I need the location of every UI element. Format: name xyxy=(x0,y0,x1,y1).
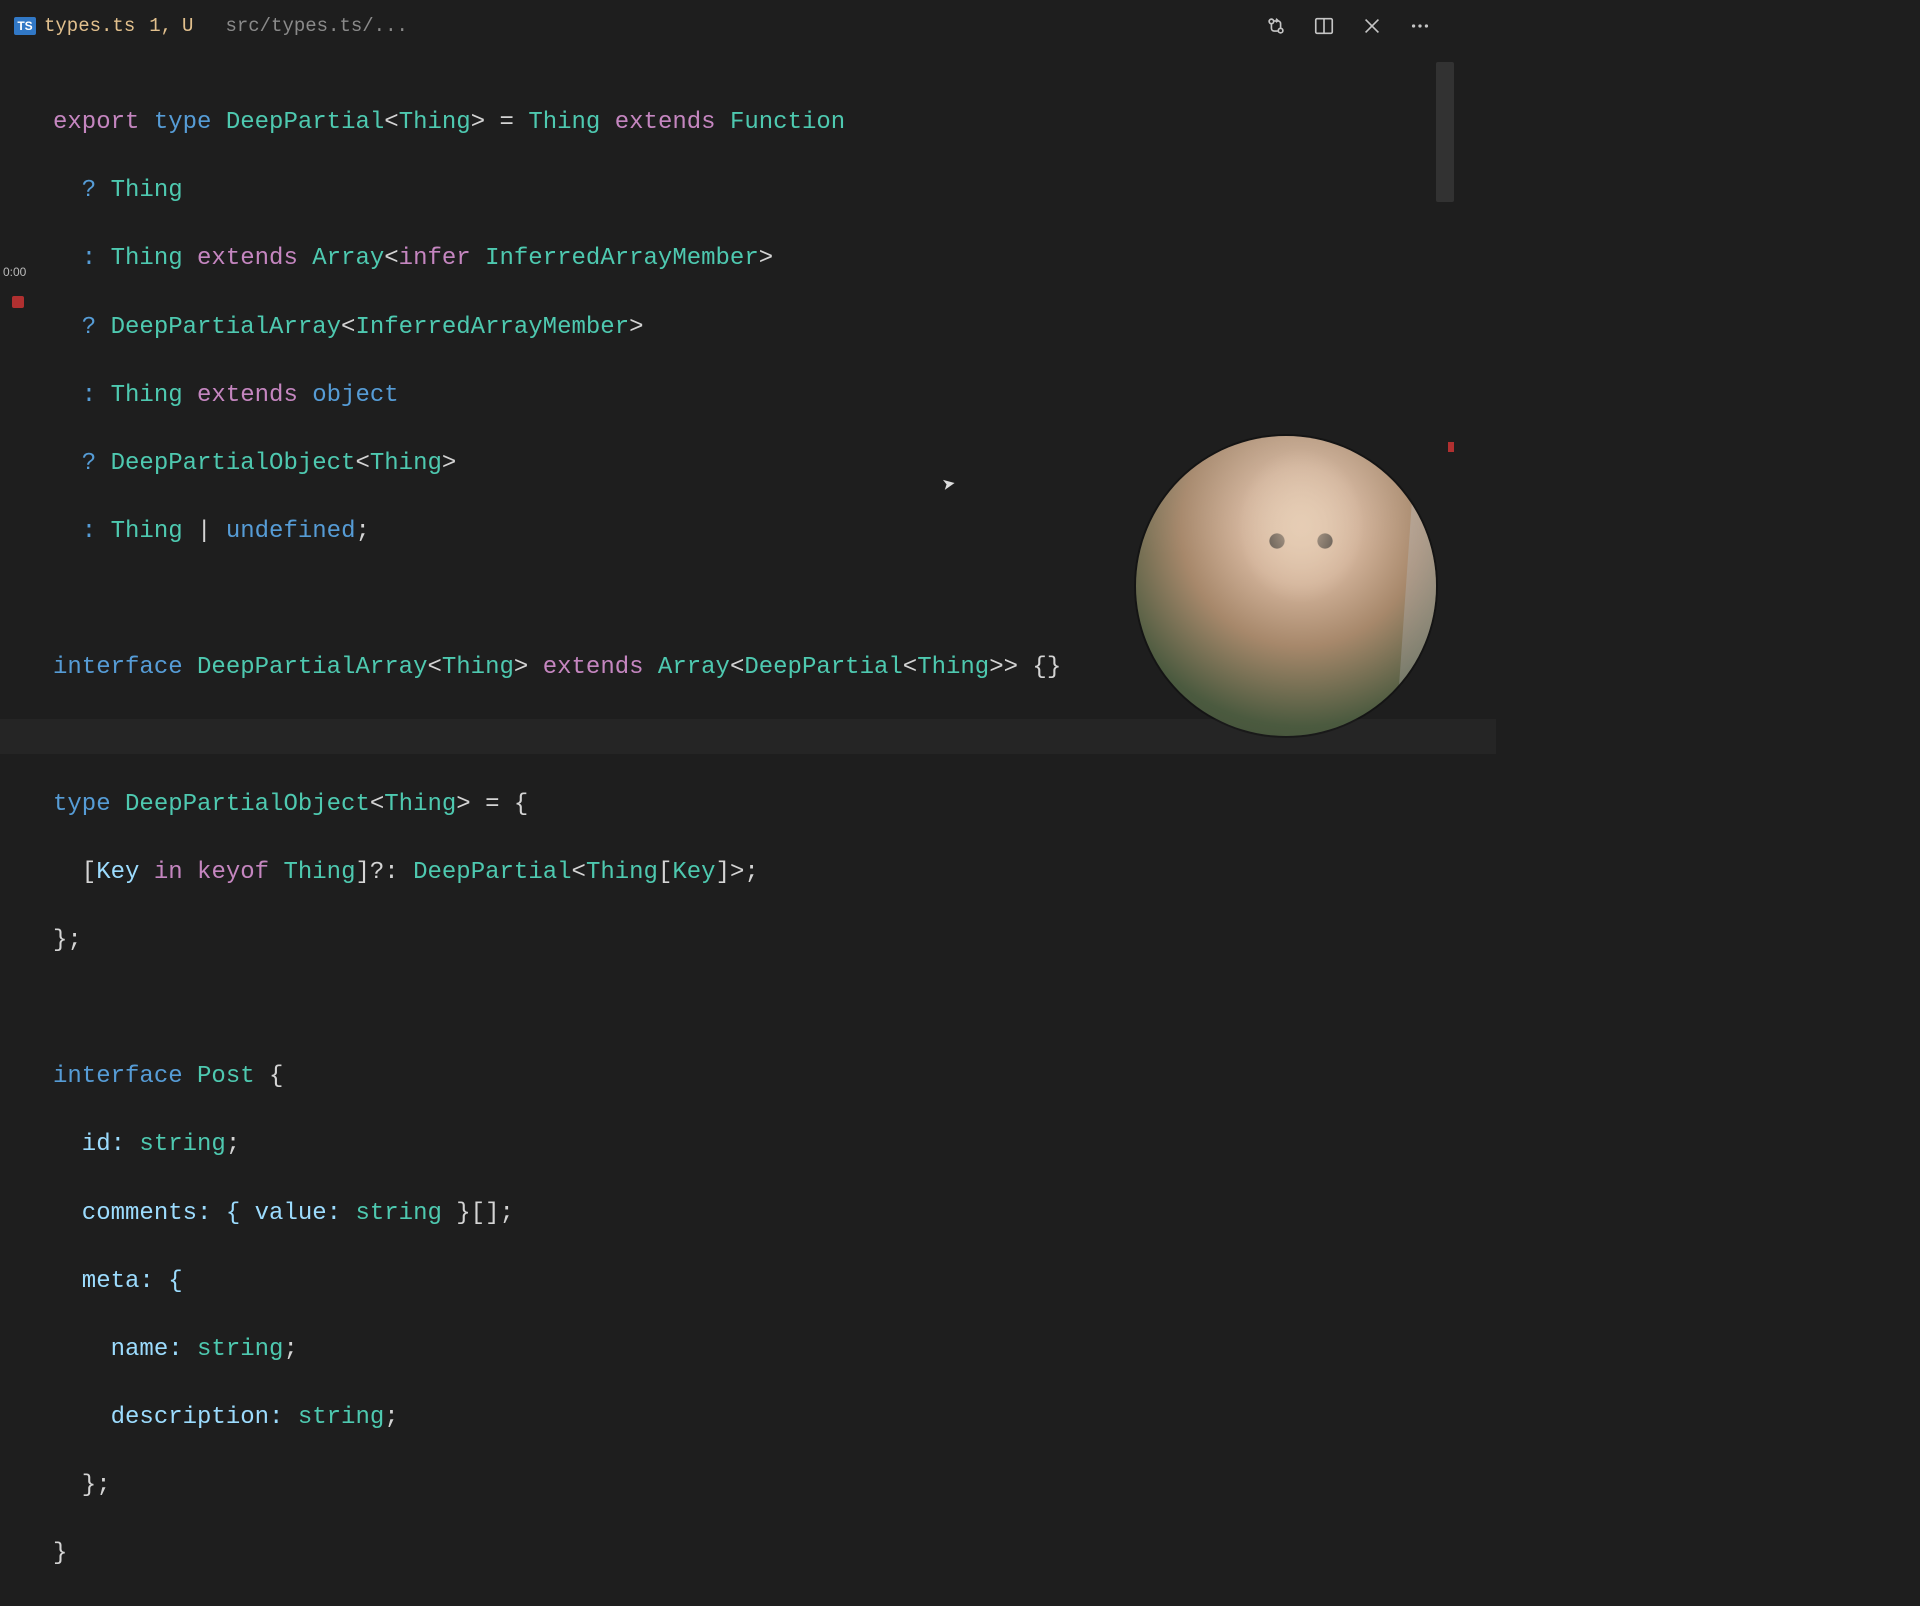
code-line: : Thing extends Array<infer InferredArra… xyxy=(53,242,1456,276)
recording-indicator-icon xyxy=(12,296,24,308)
close-icon[interactable] xyxy=(1358,12,1386,40)
tab-filename: types.ts xyxy=(44,15,135,37)
presenter-webcam-avatar xyxy=(1136,436,1436,736)
tab-git-status: U xyxy=(182,15,193,37)
code-line: }; xyxy=(53,924,1456,958)
code-line: description: string; xyxy=(53,1401,1456,1435)
recording-time-overlay: 0:00 xyxy=(3,265,26,279)
typescript-icon: TS xyxy=(14,17,36,35)
editor-tab-types-ts[interactable]: TS types.ts 1, U xyxy=(0,0,207,51)
code-line: ? Thing xyxy=(53,174,1456,208)
more-actions-icon[interactable] xyxy=(1406,12,1434,40)
scrollbar-error-marker[interactable] xyxy=(1448,442,1454,452)
code-line: [Key in keyof Thing]?: DeepPartial<Thing… xyxy=(53,856,1456,890)
editor-title-actions xyxy=(1262,12,1456,40)
scrollbar-thumb[interactable] xyxy=(1436,62,1454,202)
code-line: }; xyxy=(53,1469,1456,1503)
code-line: export type DeepPartial<Thing> = Thing e… xyxy=(53,106,1456,140)
code-editor[interactable]: export type DeepPartial<Thing> = Thing e… xyxy=(0,52,1456,1606)
code-line: comments: { value: string }[]; xyxy=(53,1197,1456,1231)
code-line: } xyxy=(53,1537,1456,1571)
code-line xyxy=(53,992,1456,1026)
code-line: interface Post { xyxy=(53,1060,1456,1094)
code-line: id: string; xyxy=(53,1128,1456,1162)
editor-scrollbar[interactable] xyxy=(1436,62,1454,812)
code-line: ? DeepPartialArray<InferredArrayMember> xyxy=(53,311,1456,345)
breadcrumb[interactable]: src/types.ts/... xyxy=(225,15,407,37)
editor-tab-bar: TS types.ts 1, U src/types.ts/... xyxy=(0,0,1456,52)
code-line: type DeepPartialObject<Thing> = { xyxy=(53,788,1456,822)
code-line: : Thing extends object xyxy=(53,379,1456,413)
code-line: name: string; xyxy=(53,1333,1456,1367)
code-line: meta: { xyxy=(53,1265,1456,1299)
split-editor-icon[interactable] xyxy=(1310,12,1338,40)
compare-changes-icon[interactable] xyxy=(1262,12,1290,40)
tab-modification-count: 1, xyxy=(149,15,172,37)
